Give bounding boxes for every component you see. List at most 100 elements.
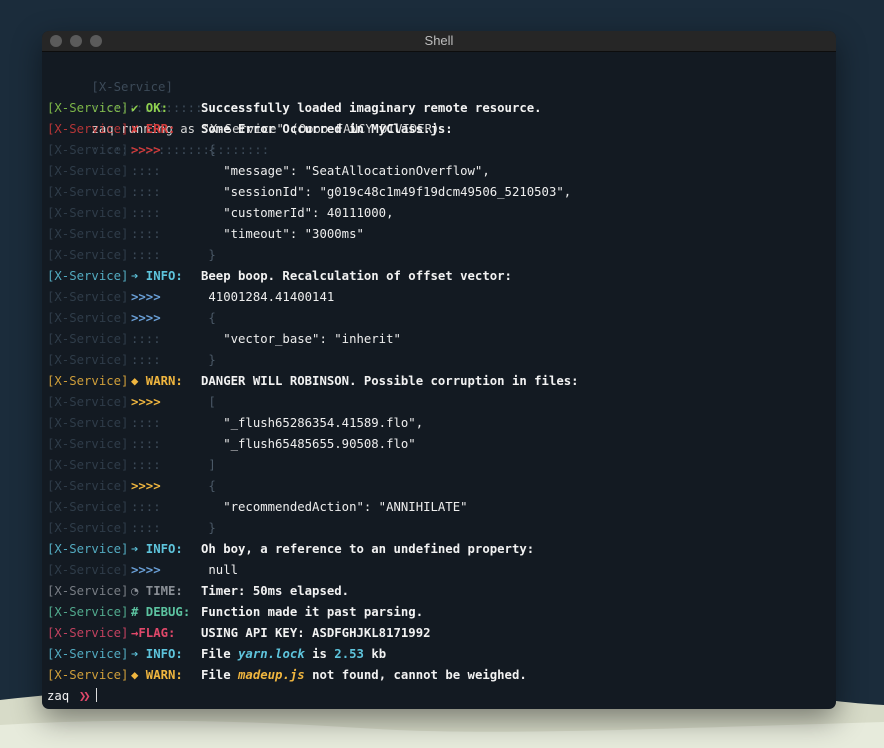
prompt-user: zaq (47, 689, 70, 703)
log-line: [X-Service] ➔ INFO: Beep boop. Recalculati… (47, 266, 836, 287)
service-tag: [X-Service] (47, 269, 129, 283)
level-label: >>>> (131, 479, 161, 493)
log-message: "recommendedAction": "ANNIHILATE" (201, 500, 468, 514)
log-line: [X-Service]:::: "timeout": "3000ms" (47, 224, 836, 245)
log-message: DANGER WILL ROBINSON. Possible corruptio… (201, 374, 579, 388)
log-message: Some Error Occurred in MyClass.js: (201, 122, 453, 136)
log-message: ] (201, 458, 216, 472)
log-line: [X-Service]:::: } (47, 518, 836, 539)
log-message: File yarn.lock is 2.53 kb (201, 644, 386, 665)
level-label: ➔ INFO: (131, 542, 183, 556)
log-message: { (201, 311, 216, 325)
log-message: } (201, 353, 216, 367)
service-tag: [X-Service] (47, 647, 129, 661)
shell-window: Shell [X-Service] ::::::::::::::::::::::… (42, 31, 836, 709)
level-label: :::: (131, 206, 161, 220)
service-tag: [X-Service] (47, 353, 129, 367)
service-tag: [X-Service] (47, 101, 129, 115)
message-part: 2.53 (334, 647, 364, 661)
log-line: [X-Service] >>>> { (47, 476, 836, 497)
level-label: >>>> (131, 395, 161, 409)
level-label: ◆ WARN: (131, 668, 183, 682)
log-message: "message": "SeatAllocationOverflow", (201, 164, 490, 178)
level-label: :::: (131, 353, 161, 367)
level-label: :::: (131, 437, 161, 451)
log-message: Oh boy, a reference to an undefined prop… (201, 542, 535, 556)
log-line: [X-Service] # DEBUG: Function made it past… (47, 602, 836, 623)
service-tag: [X-Service] (47, 416, 129, 430)
log-line: [X-Service]:::: "message": "SeatAllocati… (47, 161, 836, 182)
log-message: [ (201, 395, 216, 409)
log-message: "sessionId": "g019c48c1m49f19dcm49506_52… (201, 185, 572, 199)
cursor-caret[interactable] (96, 688, 97, 702)
service-tag: [X-Service] (47, 521, 129, 535)
level-label: ◔ TIME: (131, 584, 183, 598)
service-tag: [X-Service] (47, 605, 129, 619)
log-line: [X-Service] >>>> { (47, 308, 836, 329)
log-message: } (201, 521, 216, 535)
log-line: [X-Service] ✘ ERR: Some Error Occurred in … (47, 119, 836, 140)
file-name: yarn.lock (238, 647, 305, 661)
level-label: >>>> (131, 563, 161, 577)
level-label: :::: (131, 458, 161, 472)
log-line: [X-Service] ◔ TIME: Timer: 50ms elapsed. (47, 581, 836, 602)
log-message: "customerId": 40111000, (201, 206, 394, 220)
log-line: [X-Service] →FLAG: USING API KEY: ASDFGHJK… (47, 623, 836, 644)
service-tag: [X-Service] (47, 563, 129, 577)
service-tag: [X-Service] (47, 248, 129, 262)
service-tag: [X-Service] (47, 395, 129, 409)
log-lines: [X-Service] ✔ OK: Successfully loaded imag… (47, 98, 836, 686)
message-part: is (304, 647, 335, 661)
level-label: →FLAG: (131, 626, 176, 640)
service-tag: [X-Service] (47, 122, 129, 136)
level-label: :::: (131, 185, 161, 199)
log-line: [X-Service] >>>> { (47, 140, 836, 161)
log-message: "timeout": "3000ms" (201, 227, 364, 241)
log-line: [X-Service]:::: } (47, 245, 836, 266)
log-line: [X-Service]:::: "vector_base": "inherit" (47, 329, 836, 350)
log-message: } (201, 248, 216, 262)
log-line: [X-Service]:::: "sessionId": "g019c48c1m… (47, 182, 836, 203)
service-tag: [X-Service] (47, 332, 129, 346)
service-tag: [X-Service] (47, 626, 129, 640)
level-label: >>>> (131, 290, 161, 304)
service-tag: [X-Service] (47, 143, 129, 157)
prompt-chevron-icon: ❯❯ (78, 689, 91, 703)
level-label: # DEBUG: (131, 605, 191, 619)
service-tag: [X-Service] (47, 584, 129, 598)
service-tag: [X-Service] (47, 479, 129, 493)
service-tag: [X-Service] (47, 290, 129, 304)
log-message: File madeup.js not found, cannot be weig… (201, 665, 527, 686)
log-message: 41001284.41400141 (201, 290, 335, 304)
log-line: [X-Service] >>>> 41001284.41400141 (47, 287, 836, 308)
log-line: [X-Service] ✔ OK: Successfully loaded imag… (47, 98, 836, 119)
level-label: :::: (131, 164, 161, 178)
log-message: { (201, 143, 216, 157)
log-line: [X-Service]:::: "recommendedAction": "AN… (47, 497, 836, 518)
log-line: [X-Service]:::: "customerId": 40111000, (47, 203, 836, 224)
command-prompt[interactable]: zaq ❯❯ (47, 684, 97, 705)
log-line: [X-Service] ◆ WARN: DANGER WILL ROBINSON. … (47, 371, 836, 392)
log-message: USING API KEY: ASDFGHJKL8171992 (201, 626, 431, 640)
terminal-output[interactable]: [X-Service] :::::::::::::::::::::::: zaq… (47, 56, 836, 686)
level-label: ◆ WARN: (131, 374, 183, 388)
log-line: [X-Service]:::: ] (47, 455, 836, 476)
log-line: [X-Service] >>>> null (47, 560, 836, 581)
log-line: [X-Service] ➔ INFO: Oh boy, a reference to… (47, 539, 836, 560)
title-bar[interactable]: Shell (42, 31, 836, 52)
log-message: "_flush65485655.90508.flo" (201, 437, 416, 451)
log-line: [X-Service] ➔ INFO: File yarn.lock is 2.53… (47, 644, 836, 665)
file-name: madeup.js (238, 668, 305, 682)
service-tag: [X-Service] (47, 206, 129, 220)
level-label: :::: (131, 521, 161, 535)
log-message: "vector_base": "inherit" (201, 332, 401, 346)
level-label: :::: (131, 500, 161, 514)
log-line: [X-Service] >>>> [ (47, 392, 836, 413)
level-label: ➔ INFO: (131, 269, 183, 283)
log-message: "_flush65286354.41589.flo", (201, 416, 424, 430)
service-tag: [X-Service] (47, 311, 129, 325)
level-label: >>>> (131, 143, 161, 157)
log-line: [X-Service]:::: "_flush65485655.90508.fl… (47, 434, 836, 455)
service-tag: [X-Service] (47, 374, 129, 388)
